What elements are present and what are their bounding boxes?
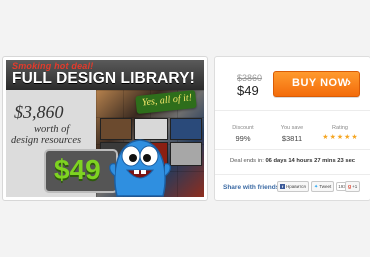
promo-image-inner: Smoking hot deal! FULL DESIGN LIBRARY! $… [6, 60, 204, 197]
deal-ends-time: 06 days 14 hours 27 mins 23 sec [265, 158, 356, 164]
discount-value: 99% [235, 134, 251, 143]
star-icon: ★ [344, 134, 351, 141]
google-plus-label: +1 [352, 184, 358, 189]
facebook-label: Нравится [286, 184, 306, 189]
tweet-label: Tweet [319, 184, 332, 189]
promo-banner: Smoking hot deal! FULL DESIGN LIBRARY! [6, 60, 204, 90]
star-icon: ★ [351, 134, 358, 141]
discount-stat: Discount 99% [221, 125, 265, 143]
worth-price: $3,860 [14, 102, 64, 122]
monster-mascot-icon [109, 139, 171, 197]
save-stat: You save $3811 [270, 125, 314, 143]
google-plus-icon: g [348, 183, 352, 190]
rating-label: Rating [332, 125, 348, 131]
star-icon: ★ [322, 134, 329, 141]
old-price: $3860 [237, 73, 263, 83]
twitter-bird-icon: ✦ [314, 183, 319, 190]
save-label: You save [280, 125, 304, 131]
star-icon: ★ [336, 134, 344, 141]
collage-thumb [170, 142, 202, 166]
save-value: $3811 [281, 134, 303, 143]
banner-title: FULL DESIGN LIBRARY! [12, 70, 195, 87]
promo-image[interactable]: Smoking hot deal! FULL DESIGN LIBRARY! $… [2, 56, 208, 201]
divider [215, 174, 370, 175]
facebook-icon: f [280, 184, 285, 189]
resources-line: design resources [11, 135, 82, 146]
divider [215, 149, 370, 150]
new-price: $49 [237, 83, 259, 98]
deal-panel: $3860 $49 BUY NOW › Discount 99% You sav… [214, 56, 370, 201]
tag-text: Yes, all of it! [141, 92, 193, 109]
buy-now-button[interactable]: BUY NOW › [273, 71, 360, 97]
divider [215, 110, 370, 111]
worth-line: worth of [34, 124, 70, 135]
deal-price: $49 [54, 154, 101, 185]
rating-stat: Rating ★ ★ ★ ★ ★ [318, 125, 362, 141]
rating-stars: ★ ★ ★ ★ ★ [318, 134, 362, 141]
facebook-like-button[interactable]: f Нравится [277, 181, 309, 192]
buy-now-label: BUY NOW [292, 77, 349, 89]
collage-thumb [170, 118, 202, 140]
facebook-like-box: f Нравится [277, 181, 309, 192]
star-icon: ★ [329, 134, 336, 141]
discount-label: Discount [232, 125, 254, 131]
tweet-button[interactable]: ✦ Tweet 193 [311, 181, 348, 192]
google-plus-box: g +1 [345, 181, 361, 192]
chevron-right-icon: › [347, 75, 351, 89]
tweet-box: ✦ Tweet [311, 181, 335, 192]
google-plus-button[interactable]: g +1 [345, 181, 361, 192]
share-label: Share with friends [223, 184, 280, 191]
deal-countdown: Deal ends in: 06 days 14 hours 27 mins 2… [215, 158, 370, 164]
deal-ends-label: Deal ends in: [229, 158, 264, 164]
